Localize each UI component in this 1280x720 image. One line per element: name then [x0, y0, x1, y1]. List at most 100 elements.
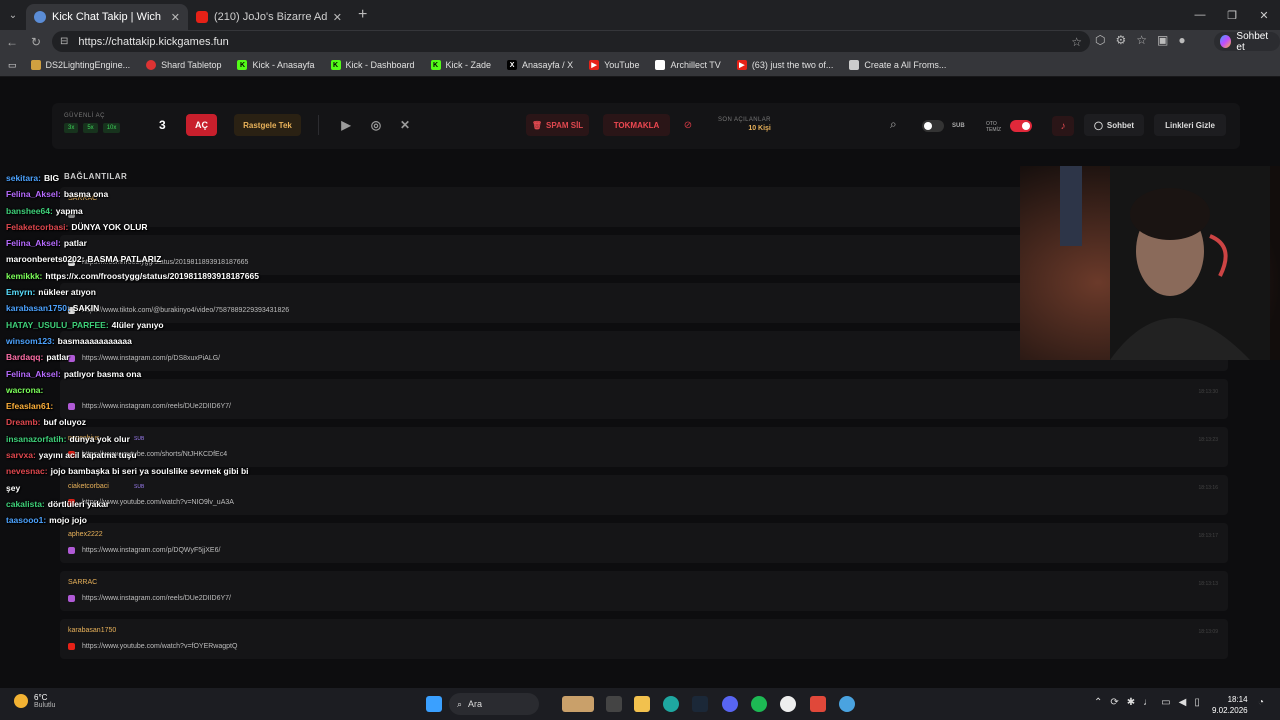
chat-text: jojo bambaşka bi seri ya soulslike sevme… [50, 466, 249, 477]
network-icon[interactable]: ▭ [1161, 697, 1170, 708]
site-info-icon[interactable]: ⊟ [60, 36, 68, 47]
instagram-icon [68, 595, 75, 602]
sync-icon[interactable]: ⟳ [1110, 697, 1118, 708]
close-icon[interactable]: ✕ [171, 11, 180, 24]
close-icon[interactable]: ✕ [333, 11, 342, 24]
bookmark-item[interactable]: K Kick - Dashboard [330, 60, 415, 70]
file-explorer-icon[interactable] [634, 696, 650, 712]
task-view-icon[interactable] [606, 696, 622, 712]
bookmarks-menu-icon[interactable]: ▭ [8, 60, 17, 71]
brave-icon[interactable] [810, 696, 826, 712]
extensions-puzzle-icon[interactable]: ⚙ [1115, 33, 1126, 47]
notification-bell-icon[interactable]: ◔ [1258, 697, 1264, 708]
search-icon: ⌕ [457, 698, 463, 709]
edge-icon[interactable] [663, 696, 679, 712]
hide-links-button[interactable]: Linkleri Gizle [1154, 114, 1226, 136]
random-single-button[interactable]: Rastgele Tek [234, 114, 301, 136]
tokmakla-button[interactable]: TOKMAKLA [603, 114, 670, 136]
search-highlight-icon[interactable] [562, 696, 594, 712]
delete-spam-button[interactable]: 🗑 SPAM SİL [526, 114, 589, 136]
windows-taskbar: 6°C Bulutlu ⌕ Ara ⌃ ⟳ ✱ ♩ ▭ ◀ ▯ 18:14 9.… [0, 688, 1280, 720]
extension-icon[interactable]: ⬡ [1095, 33, 1105, 47]
chat-username: Emyrn: [6, 287, 36, 298]
close-window-button[interactable]: ✕ [1248, 0, 1280, 30]
spotify-icon[interactable] [751, 696, 767, 712]
chat-username: kemikkk: [6, 270, 43, 281]
bookmark-item[interactable]: ▶ YouTube [589, 60, 639, 70]
volume-icon[interactable]: ◀ [1179, 697, 1187, 708]
new-tab-button[interactable]: + [358, 6, 367, 24]
connection-link[interactable]: https://www.instagram.com/reels/DUe2DIID… [82, 595, 231, 602]
connection-link[interactable]: https://www.youtube.com/watch?v=fOYERwag… [82, 643, 237, 650]
bookmark-item[interactable]: Create a All Froms... [849, 60, 946, 70]
maximize-button[interactable]: ❐ [1216, 0, 1248, 30]
microphone-icon[interactable]: ♩ [1143, 697, 1153, 708]
chat-username: Felaketcorbasi: [6, 221, 69, 232]
tab-actions-menu[interactable]: ⌄ [0, 0, 26, 30]
tab-jojo-youtube[interactable]: (210) JoJo's Bizarre Adventure - All ✕ [188, 4, 350, 30]
bookmark-label: YouTube [604, 60, 640, 70]
chat-username: wacrona: [6, 384, 44, 395]
weather-widget[interactable]: 6°C Bulutlu [14, 693, 55, 709]
url-field[interactable]: ⊟ https://chattakip.kickgames.fun ☆ [52, 31, 1090, 52]
favorites-icon[interactable]: ☆ [1136, 33, 1147, 47]
connection-link[interactable]: https://www.instagram.com/p/DQWyF5jjXE6/ [82, 547, 220, 554]
chat-username: Felina_Aksel: [6, 238, 61, 249]
discord-icon[interactable] [722, 696, 738, 712]
chat-message: Efeaslan61: [6, 401, 246, 417]
sub-toggle-label: SUB [952, 123, 965, 129]
connection-time: 18:13:23 [1198, 437, 1218, 443]
profile-avatar[interactable]: ● [1178, 33, 1185, 47]
copilot-button[interactable]: Sohbet et [1214, 31, 1280, 53]
tab-kick-chat-takip[interactable]: Kick Chat Takip | Wich ✕ [26, 4, 188, 30]
favorite-star-icon[interactable]: ☆ [1071, 35, 1082, 49]
bookmark-label: Archillect TV [670, 60, 721, 70]
youtube-filter-icon[interactable]: ▶ [337, 117, 355, 133]
bookmark-item[interactable]: Archillect TV [655, 60, 721, 70]
bookmark-item[interactable]: ▶ (63) just the two of... [736, 60, 833, 70]
chevron-up-icon[interactable]: ⌃ [1094, 697, 1102, 708]
toggle-knob [1022, 122, 1030, 130]
chat-username: şey [6, 482, 21, 493]
bell-icon[interactable]: ♪ [1052, 116, 1074, 136]
chat-username: nevesnac: [6, 466, 48, 477]
connection-row[interactable]: karabasan1750 https://www.youtube.com/wat… [60, 619, 1228, 659]
taskbar-clock[interactable]: 18:14 9.02.2026 [1212, 694, 1248, 716]
speed-5x-button[interactable]: 5x [83, 123, 98, 133]
bookmark-item[interactable]: Shard Tabletop [146, 60, 221, 70]
speed-10x-button[interactable]: 10x [102, 123, 121, 133]
weather-desc: Bulutlu [34, 702, 56, 709]
bookmark-item[interactable]: DS2LightingEngine... [30, 60, 130, 70]
steam-icon[interactable] [692, 696, 708, 712]
collections-icon[interactable]: ▣ [1157, 33, 1168, 47]
taskbar-search[interactable]: ⌕ Ara [449, 693, 539, 715]
chat-username: HATAY_USULU_PARFEE: [6, 319, 109, 330]
x-filter-icon[interactable]: ✕ [396, 117, 414, 133]
auto-clean-toggle[interactable] [1010, 120, 1032, 132]
bookmark-item[interactable]: K Kick - Anasayfa [237, 60, 315, 70]
bookmark-item[interactable]: X Anasayfa / X [507, 60, 573, 70]
app-icon[interactable] [839, 696, 855, 712]
clean-label: TEMİZ [986, 127, 1001, 133]
connection-row[interactable]: SARRAC https://www.instagram.com/reels/DU… [60, 571, 1228, 611]
chat-message: Felina_Aksel: patlar [6, 238, 246, 254]
bookmark-item[interactable]: K Kick - Zade [430, 60, 491, 70]
unreal-icon[interactable] [780, 696, 796, 712]
search-icon[interactable]: ⌕ [890, 117, 897, 132]
ban-icon[interactable]: ⊘ [678, 115, 698, 135]
battery-icon[interactable]: ▯ [1194, 697, 1200, 708]
speed-3x-button[interactable]: 3x [64, 123, 79, 133]
chat-message: banshee64: yapma [6, 206, 246, 222]
minimize-button[interactable]: — [1184, 0, 1216, 30]
webcam-overlay [1020, 166, 1280, 360]
instagram-filter-icon[interactable]: ◎ [367, 117, 385, 133]
back-button[interactable]: ← [0, 35, 24, 49]
open-button[interactable]: AÇ [186, 114, 217, 136]
windows-start-icon[interactable] [426, 696, 442, 712]
bluetooth-icon[interactable]: ✱ [1127, 697, 1135, 708]
chat-message: HATAY_USULU_PARFEE: 4lüler yanıyo [6, 320, 246, 336]
chat-button[interactable]: ◯ Sohbet [1084, 114, 1144, 136]
chat-message: taasooo1: mojo jojo [6, 515, 246, 531]
refresh-button[interactable]: ↻ [24, 35, 48, 49]
sub-toggle[interactable] [922, 120, 944, 132]
